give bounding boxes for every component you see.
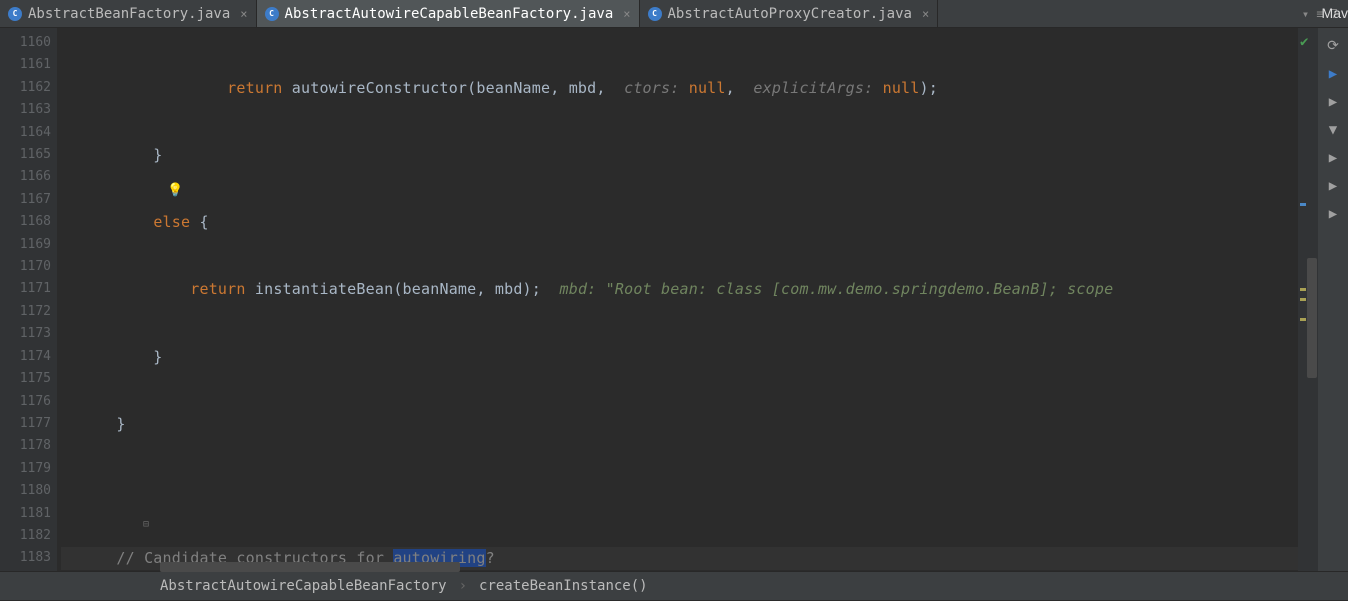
chevron-right-icon: › [459, 578, 467, 594]
breadcrumb-method[interactable]: createBeanInstance() [479, 578, 648, 594]
vertical-scrollbar-thumb[interactable] [1307, 258, 1317, 378]
error-stripe[interactable]: ✔ [1298, 28, 1318, 571]
line-number[interactable]: 1173 [0, 323, 51, 345]
java-class-icon: C [265, 7, 279, 21]
line-number[interactable]: 1162 [0, 77, 51, 99]
java-class-icon: C [8, 7, 22, 21]
line-number[interactable]: 1168 [0, 211, 51, 233]
line-number[interactable]: 1166 [0, 166, 51, 188]
play-icon[interactable]: ▶ [1329, 150, 1337, 166]
line-number[interactable]: 1167 [0, 189, 51, 211]
line-number[interactable]: 1165 [0, 144, 51, 166]
editor-tabs: C AbstractBeanFactory.java × C AbstractA… [0, 0, 1348, 28]
code-line[interactable]: } [61, 413, 1298, 435]
horizontal-scrollbar-thumb[interactable] [160, 562, 460, 572]
line-number-gutter[interactable]: 1160 1161 1162 1163 1164 1165 1166 1167 … [0, 28, 57, 571]
tab-label: AbstractAutoProxyCreator.java [668, 6, 912, 22]
tab-abstractbeanfactory[interactable]: C AbstractBeanFactory.java × [0, 0, 257, 27]
right-tool-strip: ⟳ ▶ ▶ ▼ ▶ ▶ ▶ [1318, 28, 1348, 571]
play-icon[interactable]: ▶ [1329, 206, 1337, 222]
code-area[interactable]: return autowireConstructor(beanName, mbd… [57, 28, 1298, 571]
stripe-mark[interactable] [1300, 203, 1306, 206]
chevron-down-icon[interactable]: ▼ [1329, 122, 1337, 138]
close-icon[interactable]: × [236, 7, 247, 21]
breadcrumb-class[interactable]: AbstractAutowireCapableBeanFactory [160, 578, 447, 594]
close-icon[interactable]: × [918, 7, 929, 21]
line-number[interactable]: 1163 [0, 99, 51, 121]
code-line[interactable]: } [61, 346, 1298, 368]
tab-label: AbstractBeanFactory.java [28, 6, 230, 22]
line-number[interactable]: 1183 [0, 547, 51, 569]
line-number[interactable]: 1160 [0, 32, 51, 54]
code-line[interactable]: return autowireConstructor(beanName, mbd… [61, 77, 1298, 99]
code-line[interactable]: } [61, 144, 1298, 166]
tab-label: AbstractAutowireCapableBeanFactory.java [285, 6, 614, 22]
line-number[interactable]: 1177 [0, 413, 51, 435]
java-class-icon: C [648, 7, 662, 21]
maven-toolwindow-label[interactable]: Mav [1322, 5, 1348, 21]
close-icon[interactable]: × [619, 7, 630, 21]
editor-area: 1160 1161 1162 1163 1164 1165 1166 1167 … [0, 28, 1348, 571]
line-number[interactable]: 1180 [0, 480, 51, 502]
code-line[interactable]: return instantiateBean(beanName, mbd); m… [61, 278, 1298, 300]
code-line[interactable]: else { [61, 211, 1298, 233]
stripe-mark[interactable] [1300, 298, 1306, 301]
line-number[interactable]: 1178 [0, 435, 51, 457]
line-number[interactable]: 1176 [0, 391, 51, 413]
line-number[interactable]: 1175 [0, 368, 51, 390]
line-number[interactable]: 1169 [0, 234, 51, 256]
line-number[interactable]: 1174 [0, 346, 51, 368]
run-icon[interactable]: ▶ [1329, 66, 1337, 82]
line-number[interactable]: 1182 [0, 525, 51, 547]
tab-abstractautoproxycreator[interactable]: C AbstractAutoProxyCreator.java × [640, 0, 939, 27]
line-number[interactable]: 1164 [0, 122, 51, 144]
stripe-mark[interactable] [1300, 288, 1306, 291]
play-icon[interactable]: ▶ [1329, 178, 1337, 194]
breadcrumb: AbstractAutowireCapableBeanFactory › cre… [0, 571, 1348, 600]
line-number[interactable]: 1181 [0, 503, 51, 525]
refresh-icon[interactable]: ⟳ [1327, 38, 1339, 54]
stripe-mark[interactable] [1300, 318, 1306, 321]
line-number[interactable]: 1172 [0, 301, 51, 323]
tab-abstractautowirecapablebeanfactory[interactable]: C AbstractAutowireCapableBeanFactory.jav… [257, 0, 640, 27]
line-number[interactable]: 1170 [0, 256, 51, 278]
line-number[interactable]: 1161 [0, 54, 51, 76]
code-line[interactable] [61, 480, 1298, 502]
analysis-ok-icon[interactable]: ✔ [1300, 34, 1308, 50]
line-number[interactable]: 1171 [0, 278, 51, 300]
play-icon[interactable]: ▶ [1329, 94, 1337, 110]
line-number[interactable]: 1179 [0, 458, 51, 480]
